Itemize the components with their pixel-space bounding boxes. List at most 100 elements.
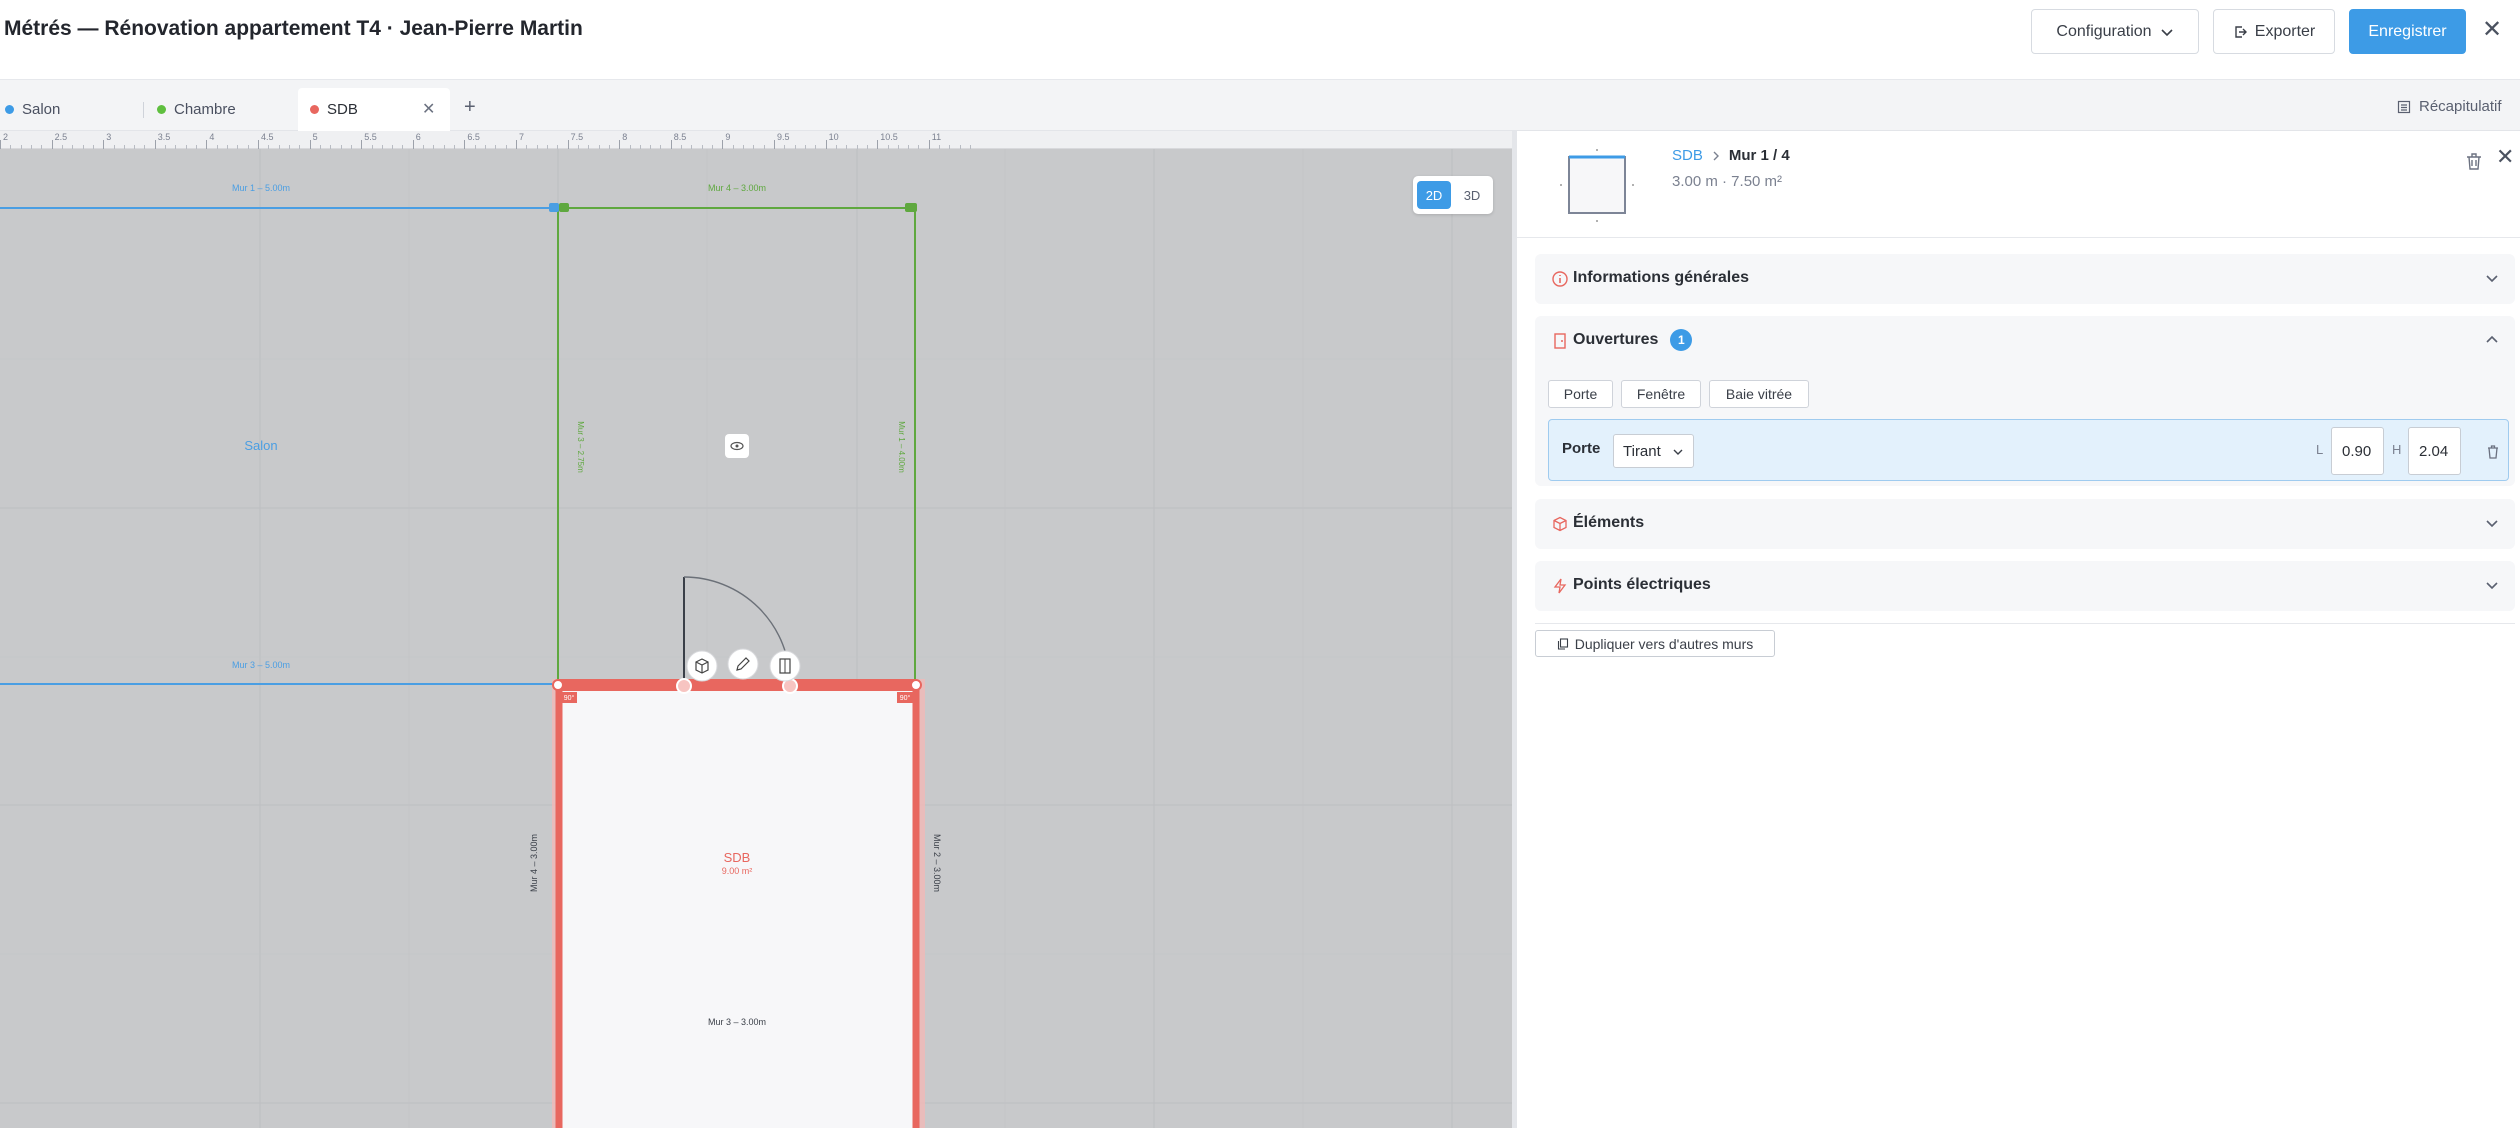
delete-opening-icon[interactable] <box>2484 442 2502 460</box>
chevron-down-icon[interactable] <box>2485 578 2499 592</box>
duplicate-to-walls-button[interactable]: Dupliquer vers d'autres murs <box>1535 630 1775 657</box>
sdb-mur4-label: Mur 4 – 3.00m <box>529 834 539 892</box>
ruler-tick <box>154 140 156 149</box>
ruler-minor-tick <box>908 145 910 149</box>
tab-sdb[interactable]: SDB ✕ <box>298 88 450 131</box>
sdb-area: 9.00 m² <box>722 866 753 876</box>
ruler-tick-label: 9.5 <box>777 132 790 142</box>
view-3d-button[interactable]: 3D <box>1455 181 1489 209</box>
recap-label: Récapitulatif <box>2419 98 2502 115</box>
room-chambre[interactable]: Mur 4 – 3.00m Mur 3 – 2.75m Mur 1 – 4.00… <box>549 183 917 685</box>
floorplan-canvas[interactable]: Mur 1 – 5.00m Mur 3 – 5.00m Salon Mur 4 … <box>0 131 1512 1128</box>
close-icon[interactable]: ✕ <box>2478 16 2506 44</box>
ruler-tick <box>670 140 672 149</box>
export-button[interactable]: Exporter <box>2213 9 2335 54</box>
add-bay-window-button[interactable]: Baie vitrée <box>1709 380 1809 408</box>
room-salon[interactable]: Mur 1 – 5.00m Mur 3 – 5.00m Salon <box>0 183 556 685</box>
corner-handle[interactable] <box>910 679 922 691</box>
sdb-mur2-label: Mur 2 – 3.00m <box>932 834 942 892</box>
configuration-button[interactable]: Configuration <box>2031 9 2199 54</box>
section-title: Ouvertures <box>1573 331 1659 348</box>
ruler-minor-tick <box>866 145 868 149</box>
opening-direction-select[interactable]: Tirant <box>1613 434 1694 468</box>
save-button[interactable]: Enregistrer <box>2349 9 2466 54</box>
ruler-minor-tick <box>92 145 94 149</box>
section-general-info[interactable]: Informations générales <box>1535 254 2515 304</box>
view-2d-button[interactable]: 2D <box>1417 181 1451 209</box>
ruler-minor-tick <box>350 145 352 149</box>
ruler-tick-label: 5 <box>312 132 318 142</box>
chevron-down-icon[interactable] <box>2485 516 2499 530</box>
visibility-eye-icon[interactable] <box>725 434 749 458</box>
ruler-minor-tick <box>443 145 445 149</box>
chevron-down-icon[interactable] <box>2485 271 2499 285</box>
door-drag-handle[interactable] <box>676 678 692 694</box>
chambre-left-wall-label: Mur 3 – 2.75m <box>576 421 585 473</box>
ruler-tick-label: 10 <box>828 132 839 142</box>
ruler-minor-tick <box>815 145 817 149</box>
ruler-tick <box>0 140 1 149</box>
ruler-tick <box>722 140 724 149</box>
ruler-minor-tick <box>629 145 631 149</box>
door-icon[interactable] <box>769 650 801 682</box>
add-door-button[interactable]: Porte <box>1548 380 1613 408</box>
ruler-tick <box>774 140 775 149</box>
opening-row: Porte Tirant L 0.90 H 2.04 <box>1548 419 2509 481</box>
ruler-minor-tick <box>650 145 652 149</box>
ruler-minor-tick <box>608 145 610 149</box>
section-title: Informations générales <box>1573 269 1750 286</box>
opening-height-input[interactable]: 2.04 <box>2408 427 2461 475</box>
room-sdb[interactable]: SDB 9.00 m² Mur 3 – 3.00m Mur 4 – 3.00m … <box>529 678 942 1128</box>
ruler-minor-tick <box>30 145 32 149</box>
close-panel-icon[interactable]: ✕ <box>2496 144 2514 170</box>
ruler-minor-tick <box>856 145 858 149</box>
room-color-dot <box>310 105 319 114</box>
chevron-up-icon[interactable] <box>2485 333 2499 347</box>
ruler-minor-tick <box>712 145 714 149</box>
configuration-label: Configuration <box>2056 22 2152 40</box>
floorplan-drawing[interactable]: Mur 1 – 5.00m Mur 3 – 5.00m Salon Mur 4 … <box>0 131 1512 1128</box>
cube-icon[interactable] <box>686 650 718 682</box>
add-tab-icon[interactable]: + <box>464 96 476 119</box>
ruler-tick-label: 2 <box>3 132 9 142</box>
ruler-minor-tick <box>340 145 342 149</box>
sdb-selected-wall-mur1[interactable] <box>559 679 916 691</box>
tab-close-icon[interactable]: ✕ <box>422 99 435 119</box>
ruler-tick <box>258 140 259 149</box>
tab-chambre[interactable]: Chambre <box>157 88 297 131</box>
ruler-minor-tick <box>794 145 796 149</box>
section-header[interactable]: Ouvertures 1 <box>1535 316 2515 364</box>
ruler-minor-tick <box>402 145 404 149</box>
recap-button[interactable]: Récapitulatif <box>2397 98 2502 115</box>
ruler-minor-tick <box>61 145 63 149</box>
corner-handle[interactable] <box>559 203 569 212</box>
ruler-minor-tick <box>495 145 497 149</box>
sdb-outline[interactable] <box>555 682 920 1128</box>
ruler-minor-tick <box>897 145 899 149</box>
save-label: Enregistrer <box>2368 22 2447 40</box>
edit-pencil-icon[interactable] <box>727 648 759 680</box>
ruler-tick-label: 6.5 <box>467 132 480 142</box>
ruler-minor-tick <box>319 145 321 149</box>
section-elements[interactable]: Éléments <box>1535 499 2515 549</box>
section-electrical-points[interactable]: Points électriques <box>1535 561 2515 611</box>
tab-salon[interactable]: Salon <box>5 88 145 131</box>
ruler-minor-tick <box>660 145 662 149</box>
breadcrumb-room[interactable]: SDB <box>1672 147 1703 164</box>
tab-label: SDB <box>327 101 358 118</box>
ruler-minor-tick <box>526 145 528 149</box>
ruler-minor-tick <box>753 145 755 149</box>
corner-handle[interactable] <box>552 679 564 691</box>
delete-wall-icon[interactable] <box>2461 148 2487 174</box>
copy-icon <box>1557 637 1568 650</box>
width-label: L <box>2316 442 2324 457</box>
corner-handle[interactable] <box>549 203 559 212</box>
ruler-minor-tick <box>278 145 280 149</box>
opening-width-input[interactable]: 0.90 <box>2331 427 2384 475</box>
wall-dimensions: 3.00 m · 7.50 m² <box>1672 173 1783 190</box>
ruler-minor-tick <box>577 145 579 149</box>
openings-count-badge: 1 <box>1670 329 1693 351</box>
add-window-button[interactable]: Fenêtre <box>1621 380 1701 408</box>
corner-handle[interactable] <box>905 203 917 212</box>
ruler-minor-tick <box>41 145 43 149</box>
